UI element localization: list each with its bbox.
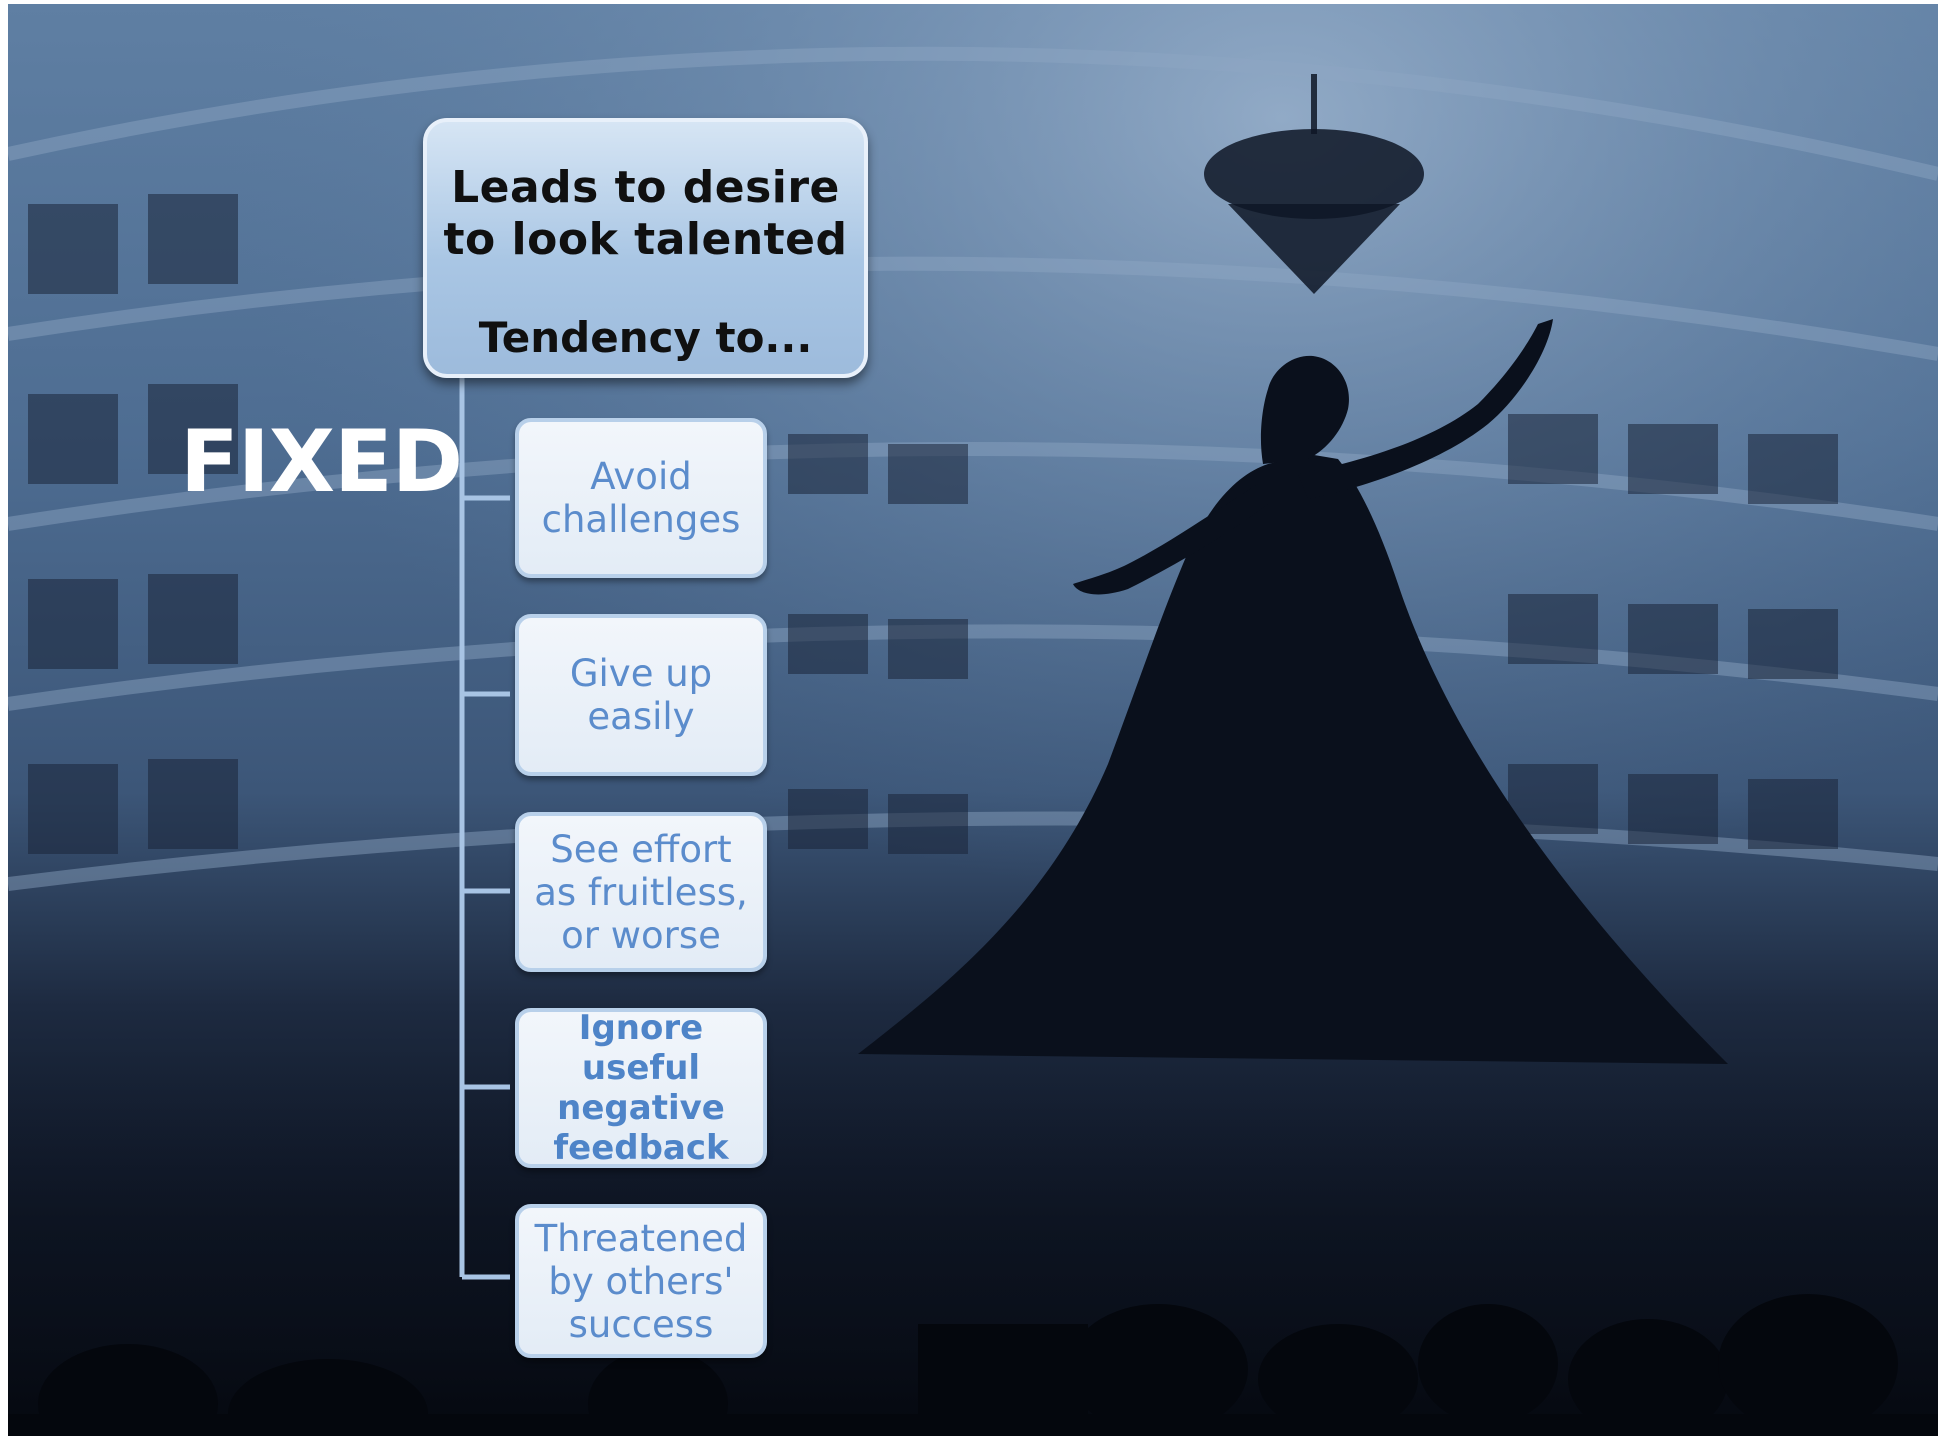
child-node-see-effort-as-fruitless: See effort as fruitless, or worse [515,812,767,972]
root-node-desire-to-look-talented: Leads to desire to look talented Tendenc… [423,118,868,378]
child-node-label: Avoid challenges [541,455,741,541]
slide: Leads to desire to look talented Tendenc… [8,4,1938,1436]
child-node-ignore-negative-feedback: Ignore useful negative feedback [515,1008,767,1168]
child-node-label: Threatened by others' success [534,1216,748,1346]
theater-background-image [8,4,1938,1436]
root-node-subheading: Tendency to... [478,313,813,362]
child-node-threatened-by-others-success: Threatened by others' success [515,1204,767,1358]
fixed-mindset-title: FIXED [180,412,463,512]
child-node-label: Give up easily [569,652,713,738]
child-node-label: See effort as fruitless, or worse [534,827,748,957]
child-node-avoid-challenges: Avoid challenges [515,418,767,578]
child-node-label: Ignore useful negative feedback [553,1008,729,1168]
root-node-heading: Leads to desire to look talented [443,162,848,265]
child-node-give-up-easily: Give up easily [515,614,767,776]
